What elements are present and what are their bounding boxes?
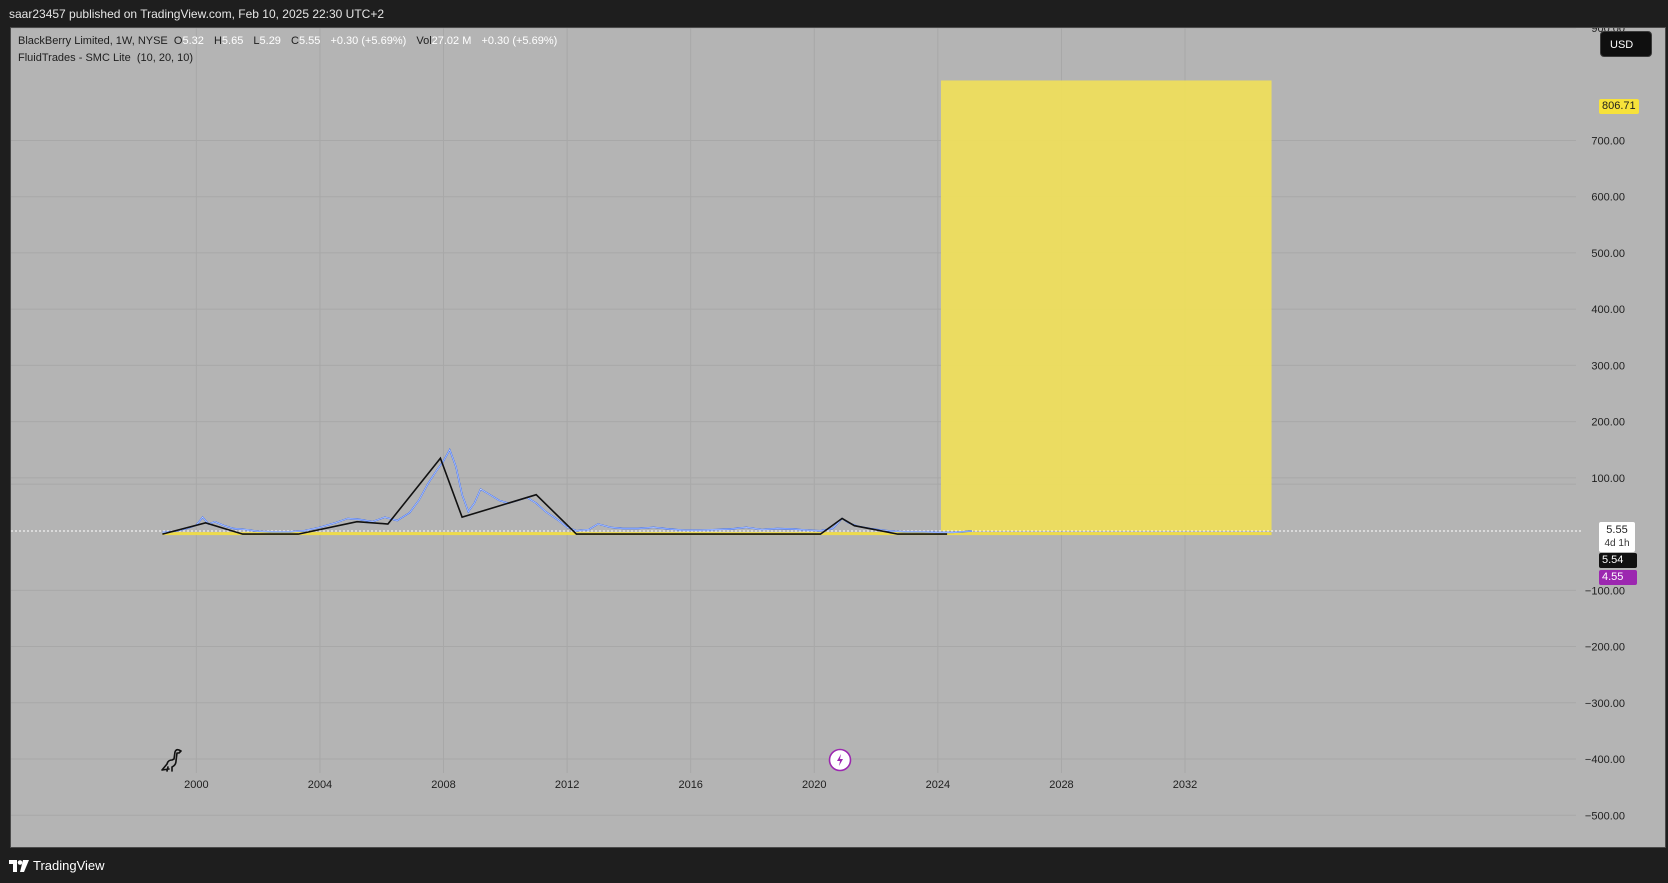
high-label: H: [213, 35, 222, 47]
x-tick-label: 2004: [308, 779, 332, 791]
y-tick-label: 300.00: [1591, 360, 1625, 372]
indicator-name[interactable]: FluidTrades - SMC Lite: [18, 52, 131, 64]
tradingview-logo-icon[interactable]: [9, 860, 29, 872]
purple-price-tag: 4.55: [1599, 570, 1637, 585]
header-bar: saar23457 published on TradingView.com, …: [0, 0, 1668, 27]
chart-area[interactable]: 900.00700.00600.00500.00400.00300.00200.…: [10, 27, 1666, 848]
symbol-legend[interactable]: BlackBerry Limited, 1W, NYSE O5.32 H5.65…: [18, 35, 564, 47]
zone-top-price-tag: 806.71: [1599, 99, 1639, 114]
low-label: L: [253, 35, 260, 47]
last-price-tag: 5.55 4d 1h: [1599, 522, 1635, 552]
x-tick-label: 2024: [926, 779, 950, 791]
last-price-value: 5.55: [1606, 524, 1628, 536]
y-tick-label: −100.00: [1585, 585, 1625, 597]
x-tick-label: 2020: [802, 779, 826, 791]
y-tick-label: 700.00: [1591, 135, 1625, 147]
x-tick-label: 2028: [1049, 779, 1073, 791]
symbol-name[interactable]: BlackBerry Limited, 1W, NYSE: [18, 35, 168, 47]
close-value: 5.55: [298, 35, 321, 47]
currency-button[interactable]: USD: [1600, 31, 1652, 57]
volume-value: 27.02 M: [431, 35, 472, 47]
indicator-legend[interactable]: FluidTrades - SMC Lite (10, 20, 10): [18, 52, 193, 64]
swing-structure-line: [162, 456, 948, 535]
y-tick-label: 100.00: [1591, 473, 1625, 485]
x-tick-label: 2000: [184, 779, 208, 791]
y-tick-label: 400.00: [1591, 304, 1625, 316]
black-price-tag: 5.54: [1599, 553, 1637, 568]
chart-plot[interactable]: 900.00700.00600.00500.00400.00300.00200.…: [11, 28, 1666, 848]
open-value: 5.32: [182, 35, 204, 47]
x-tick-label: 2016: [678, 779, 702, 791]
indicator-params: (10, 20, 10): [136, 52, 194, 64]
volume-label: Vol: [416, 35, 432, 47]
high-value: 5.65: [221, 35, 244, 47]
bar-countdown: 4d 1h: [1604, 538, 1630, 549]
low-value: 5.29: [259, 35, 281, 47]
dino-icon[interactable]: [159, 747, 185, 773]
y-tick-label: −200.00: [1585, 642, 1625, 654]
footer-brand[interactable]: TradingView: [33, 858, 105, 873]
x-tick-label: 2012: [555, 779, 579, 791]
x-tick-label: 2032: [1173, 779, 1197, 791]
footer-bar: TradingView: [0, 848, 1668, 883]
supply-demand-zone: [940, 80, 1272, 531]
change-value: +0.30 (+5.69%): [330, 35, 407, 47]
publish-info: saar23457 published on TradingView.com, …: [9, 7, 385, 21]
y-tick-label: −500.00: [1585, 810, 1625, 822]
close-label: C: [291, 35, 299, 47]
y-tick-label: 200.00: [1591, 417, 1625, 429]
y-tick-label: −300.00: [1585, 698, 1625, 710]
y-tick-label: −400.00: [1585, 754, 1625, 766]
x-tick-label: 2008: [431, 779, 455, 791]
y-tick-label: 500.00: [1591, 248, 1625, 260]
flash-icon[interactable]: [828, 748, 852, 772]
volume-change: +0.30 (+5.69%): [481, 35, 558, 47]
y-tick-label: 600.00: [1591, 192, 1625, 204]
